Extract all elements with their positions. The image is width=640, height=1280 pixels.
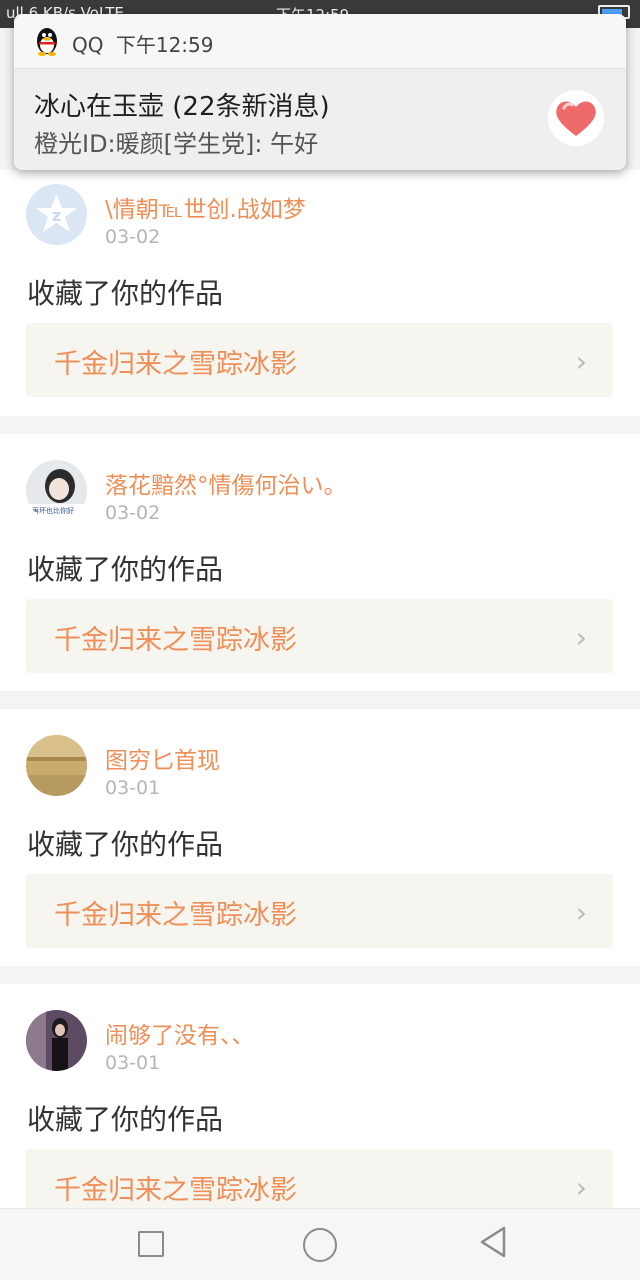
photo-avatar-field-icon xyxy=(26,735,87,796)
qzone-star-icon: z xyxy=(26,184,87,245)
chevron-right-icon: › xyxy=(575,1171,587,1204)
list-item: z \情朝℡世创.战如梦 03-02 收藏了你的作品 千金归来之雪踪冰影 › xyxy=(0,170,640,416)
avatar[interactable]: 再坏也比你好 xyxy=(26,460,87,521)
action-text: 收藏了你的作品 xyxy=(27,1103,224,1136)
post-date: 03-02 xyxy=(105,502,161,524)
triangle-back-icon[interactable] xyxy=(478,1225,508,1259)
divider xyxy=(0,966,640,984)
svg-text:z: z xyxy=(52,206,61,225)
square-icon[interactable] xyxy=(138,1231,164,1257)
work-card[interactable]: 千金归来之雪踪冰影 › xyxy=(26,323,613,397)
divider xyxy=(0,691,640,709)
post-date: 03-01 xyxy=(105,1052,161,1074)
user-name[interactable]: 闹够了没有、、 xyxy=(105,1016,255,1050)
post-date: 03-01 xyxy=(105,777,161,799)
list-item: 再坏也比你好 落花黯然°情傷何治い。 03-02 收藏了你的作品 千金归来之雪踪… xyxy=(0,434,640,680)
chevron-right-icon: › xyxy=(575,621,587,654)
post-date: 03-02 xyxy=(105,226,161,248)
work-title: 千金归来之雪踪冰影 xyxy=(54,349,297,380)
qq-penguin-icon xyxy=(37,28,57,56)
divider xyxy=(0,416,640,434)
work-title: 千金归来之雪踪冰影 xyxy=(54,900,297,931)
list-item: 图穷匕首现 03-01 收藏了你的作品 千金归来之雪踪冰影 › xyxy=(0,709,640,955)
avatar[interactable] xyxy=(26,735,87,796)
user-name[interactable]: 落花黯然°情傷何治い。 xyxy=(105,466,347,500)
qq-notification[interactable]: QQ 下午12:59 冰心在玉壶 (22条新消息) 橙光ID:暖颜[学生党]: … xyxy=(14,14,626,170)
screen: ull 6 KB/s VoLTE 下午12:59 ❮ 橙光 互动 鲜花 关注 z… xyxy=(0,0,640,1280)
notification-title: 冰心在玉壶 (22条新消息) xyxy=(34,92,330,122)
action-text: 收藏了你的作品 xyxy=(27,828,224,861)
work-title: 千金归来之雪踪冰影 xyxy=(54,1175,297,1206)
circle-icon[interactable] xyxy=(303,1228,337,1262)
work-card[interactable]: 千金归来之雪踪冰影 › xyxy=(26,599,613,673)
chevron-right-icon: › xyxy=(575,896,587,929)
heart-avatar-icon xyxy=(548,90,604,146)
avatar[interactable] xyxy=(26,1010,87,1071)
work-card[interactable]: 千金归来之雪踪冰影 › xyxy=(26,874,613,948)
avatar[interactable]: z xyxy=(26,184,87,245)
user-name[interactable]: \情朝℡世创.战如梦 xyxy=(105,190,306,224)
app-name-text: QQ xyxy=(72,33,104,57)
notification-header: QQ 下午12:59 xyxy=(14,14,626,69)
action-text: 收藏了你的作品 xyxy=(27,553,224,586)
user-name[interactable]: 图穷匕首现 xyxy=(105,741,220,775)
notification-time: 下午12:59 xyxy=(115,33,214,57)
avatar-caption: 再坏也比你好 xyxy=(32,507,74,515)
notification-app-name: QQ 下午12:59 xyxy=(72,29,213,58)
photo-avatar-person-icon xyxy=(26,1010,87,1071)
work-title: 千金归来之雪踪冰影 xyxy=(54,625,297,656)
heart-icon xyxy=(548,90,604,146)
action-text: 收藏了你的作品 xyxy=(27,277,224,310)
list-item: 闹够了没有、、 03-01 收藏了你的作品 千金归来之雪踪冰影 › xyxy=(0,984,640,1230)
notification-body: 橙光ID:暖颜[学生党]: 午好 xyxy=(34,130,319,158)
chevron-right-icon: › xyxy=(575,345,587,378)
system-nav-bar xyxy=(0,1208,640,1280)
